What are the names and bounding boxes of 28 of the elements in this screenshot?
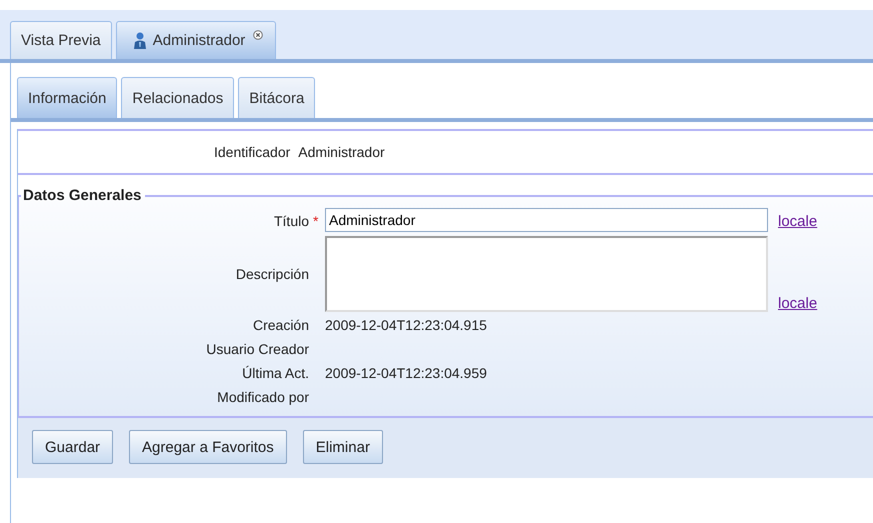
field-label: Usuario Creador (206, 341, 309, 357)
field-label: Creación (252, 317, 309, 333)
field-value: 2009-12-04T12:23:04.915 (325, 317, 487, 333)
tab[interactable]: Información (17, 77, 118, 118)
field-label: Identificador (214, 144, 290, 160)
tab[interactable]: Administrador (116, 21, 276, 59)
section-title: Datos Generales (22, 187, 142, 204)
tab-label: Vista Previa (21, 32, 101, 49)
tab-label: Administrador (152, 32, 246, 49)
field-value: 2009-12-04T12:23:04.959 (325, 365, 487, 381)
action-button[interactable]: Eliminar (302, 430, 383, 464)
action-button[interactable]: Guardar (32, 430, 114, 464)
input-field[interactable]: Administrador (325, 208, 768, 232)
field-label: Modificado por (217, 389, 309, 405)
field-label: Descripción (236, 266, 309, 282)
required-mark: * (313, 213, 319, 229)
locale-link[interactable]: locale (778, 295, 818, 312)
locale-link[interactable]: locale (778, 212, 818, 230)
close-icon[interactable] (253, 30, 264, 40)
field-label: Última Act. (242, 365, 309, 381)
field-value: Administrador (298, 144, 385, 160)
tab[interactable]: Bitácora (238, 77, 316, 118)
field-label: Título (274, 213, 309, 229)
action-button[interactable]: Agregar a Favoritos (129, 430, 287, 464)
text-area[interactable] (325, 236, 768, 312)
user-icon (132, 32, 147, 50)
tab[interactable]: Relacionados (121, 77, 234, 118)
tab[interactable]: Vista Previa (10, 21, 112, 59)
